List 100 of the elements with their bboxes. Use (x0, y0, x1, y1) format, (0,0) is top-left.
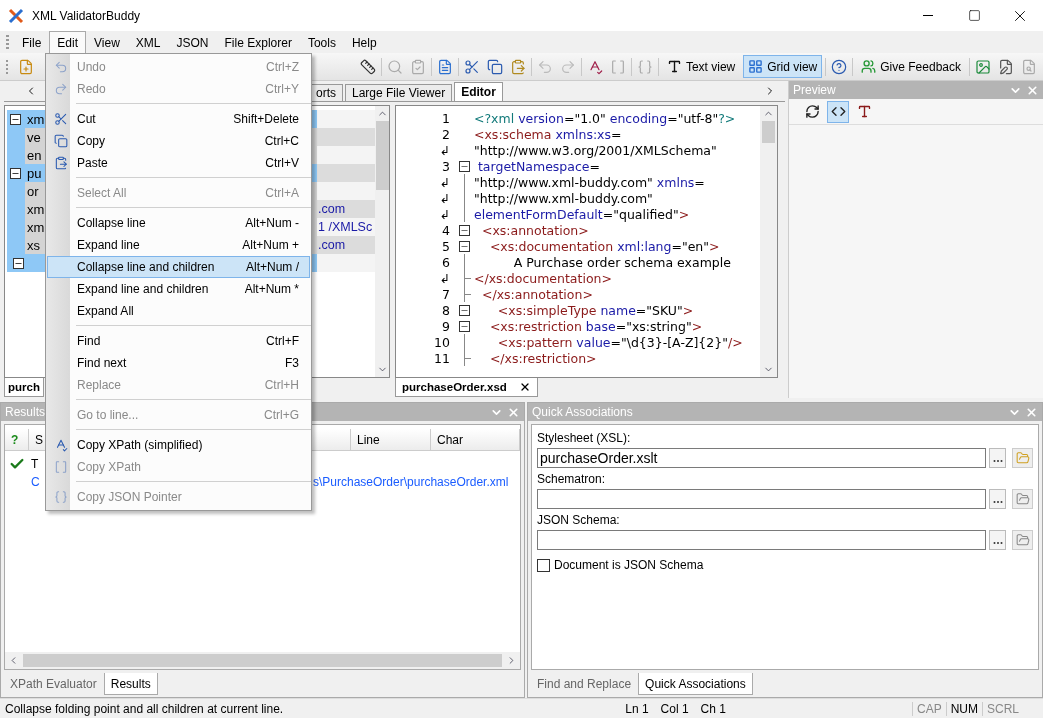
result-message: C (31, 475, 40, 489)
fold-icon[interactable] (458, 240, 470, 252)
line-number: ↲ (438, 174, 451, 190)
scissors-icon (54, 112, 68, 126)
browse-button[interactable] (989, 448, 1006, 468)
code-line: elementFormDefault="qualified"> (473, 206, 690, 222)
panel-tab[interactable]: Find and Replace (530, 673, 639, 695)
open-folder-button[interactable] (1012, 489, 1033, 509)
grid-cell (317, 182, 375, 200)
ellipsis-icon (992, 500, 1003, 504)
menu-item[interactable]: Cut Shift+Delete (47, 108, 310, 130)
grid-view-button[interactable]: Grid view (743, 55, 823, 78)
document-tab[interactable]: Large File Viewer (345, 84, 453, 101)
code-line: "http://www.w3.org/2001/XMLSchema" (473, 142, 717, 158)
key-indicator: SCRL (982, 701, 1023, 716)
status-message: Collapse folding point and all children at current line. (4, 701, 284, 716)
menu-item[interactable]: Expand All (47, 300, 310, 322)
code-line: </xs:documentation> (473, 270, 612, 286)
copy-icon (486, 58, 503, 75)
scrollbar[interactable] (760, 106, 777, 377)
fold-line (463, 334, 465, 350)
grid-cell: 1 /XMLSc (317, 218, 375, 236)
panel-title: Results (5, 405, 45, 419)
code-button[interactable] (827, 100, 849, 123)
menu-item[interactable]: Collapse line and children Alt+Num / (47, 256, 310, 278)
code-line: <xs:simpleType name="SKU"> (496, 302, 694, 318)
grid-cell: .com (317, 236, 375, 254)
code-line: <xs:documentation xml:lang="en"> (488, 238, 720, 254)
scrollbar-thumb[interactable] (762, 121, 775, 143)
menu-item[interactable]: Tools (299, 31, 344, 53)
panel-tab[interactable]: Results (103, 673, 158, 695)
image-icon (975, 58, 991, 75)
code-line: </xs:annotation> (480, 286, 593, 302)
text-icon (666, 59, 682, 74)
menu-item[interactable]: File (14, 31, 50, 53)
menu-item[interactable]: Copy XPath (simplified) (47, 434, 310, 456)
ellipsis-icon (992, 541, 1003, 545)
menu-item[interactable]: Edit (49, 31, 87, 53)
fold-line (463, 254, 465, 270)
line-number: 4 (441, 222, 451, 238)
grid-cell (317, 164, 375, 182)
code-line: <xs:pattern value="\d{3}-[A-Z]{2}"/> (496, 334, 743, 350)
column-header[interactable]: ? (5, 429, 29, 450)
menu-item[interactable]: File Explorer (216, 31, 300, 53)
input-field[interactable]: purchaseOrder.xslt (537, 448, 986, 468)
file-tab[interactable]: purch (4, 378, 44, 397)
menu-item[interactable]: Expand line Alt+Num + (47, 234, 310, 256)
menu-item[interactable]: Find Ctrl+F (47, 330, 310, 352)
scrollbar[interactable] (5, 652, 520, 669)
collapse-icon[interactable] (13, 257, 24, 269)
menu-item[interactable]: View (86, 31, 128, 53)
document-tab[interactable]: Editor (454, 82, 503, 101)
fold-icon[interactable] (458, 224, 470, 236)
panel-title: Preview (793, 83, 836, 97)
line-number: 9 (441, 318, 451, 334)
redo-icon (54, 82, 68, 96)
feedback-button[interactable]: Give Feedback (856, 55, 966, 78)
help-icon (831, 58, 848, 75)
scrollbar-thumb[interactable] (375, 121, 389, 190)
panel-tab[interactable]: XPath Evaluator (3, 673, 104, 695)
new-file-icon (17, 58, 34, 75)
menu-item[interactable]: Find next F3 (47, 352, 310, 374)
key-indicator: CAP (911, 701, 946, 716)
panel-title: Quick Associations (532, 405, 633, 419)
clipboard-icon (54, 156, 68, 170)
fold-icon[interactable] (458, 160, 470, 172)
line-number: 7 (441, 286, 451, 302)
line-number: ↲ (438, 190, 451, 206)
menu-item[interactable]: JSON (168, 31, 217, 53)
people-icon (861, 59, 877, 74)
file-path-link[interactable]: s\PurchaseOrder\purchaseOrder.xml (313, 475, 509, 489)
checkbox[interactable] (537, 558, 550, 572)
line-number: 11 (433, 350, 451, 366)
fold-icon[interactable] (458, 320, 470, 332)
file-tab[interactable]: purchaseOrder.xsd (395, 378, 538, 397)
result-message: T (31, 457, 39, 471)
text-view-button[interactable]: Text view (661, 55, 741, 78)
open-folder-button[interactable] (1012, 448, 1033, 468)
menu-item[interactable]: Expand line and children Alt+Num * (47, 278, 310, 300)
menu-item[interactable]: Help (343, 31, 385, 53)
code-line: A Purchase order schema example (512, 254, 731, 270)
code-line: <xs:annotation> (480, 222, 589, 238)
braces-icon (54, 490, 68, 504)
input-field[interactable] (537, 530, 986, 550)
line-number: 6 (441, 254, 451, 270)
panel-tab[interactable]: Quick Associations (638, 673, 753, 695)
column-header[interactable]: Char (431, 429, 520, 450)
scrollbar[interactable] (375, 106, 389, 377)
browse-button[interactable] (989, 530, 1006, 550)
browse-button[interactable] (989, 489, 1006, 509)
input-field[interactable] (537, 489, 986, 509)
open-folder-button[interactable] (1012, 530, 1033, 550)
column-header[interactable]: Line (351, 429, 431, 450)
paste-icon (509, 58, 526, 75)
cursor-position: Ln 1 (624, 701, 650, 716)
menu-item[interactable]: XML (127, 31, 169, 53)
key-indicator: NUM (945, 701, 982, 716)
code-line: "http://www.xml-buddy.com" (473, 190, 653, 206)
brackets-icon (54, 460, 68, 474)
fold-icon[interactable] (458, 304, 470, 316)
